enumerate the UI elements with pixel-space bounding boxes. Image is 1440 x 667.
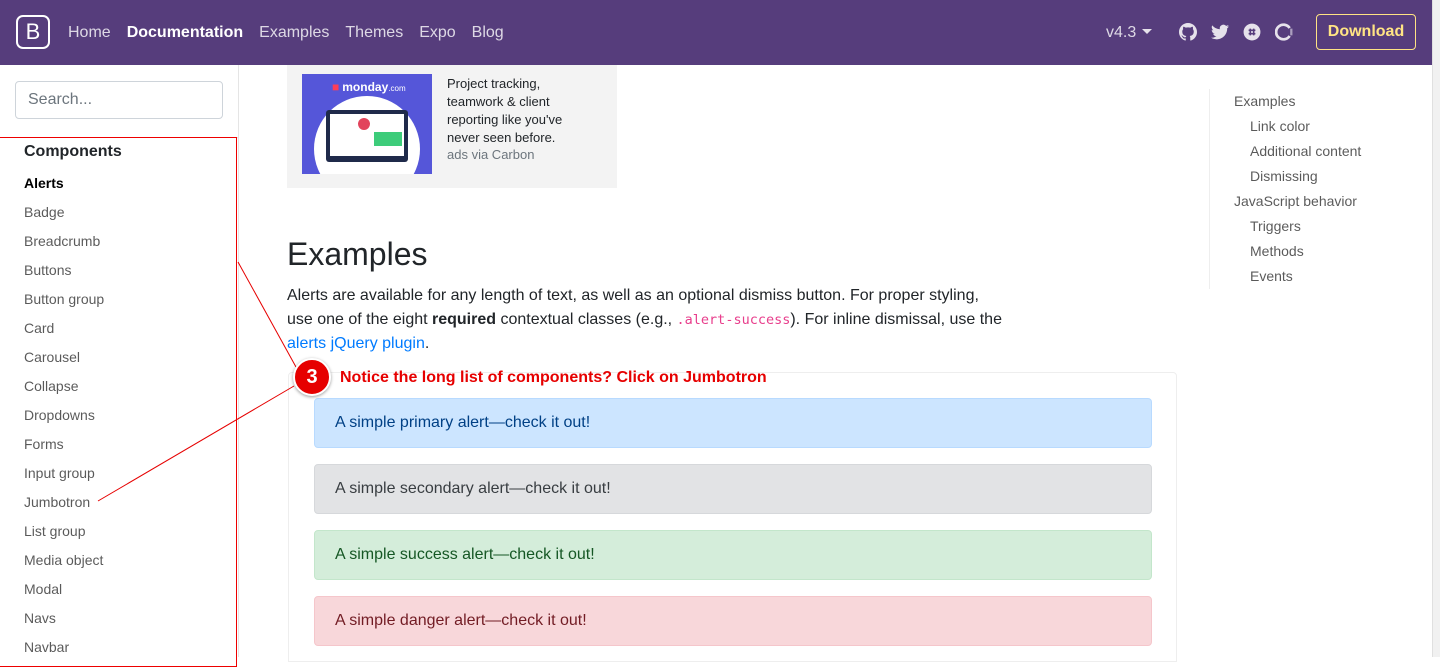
sidebar-item-button-group[interactable]: Button group <box>24 289 104 318</box>
section-heading-examples: Examples <box>287 236 428 272</box>
nav-examples[interactable]: Examples <box>259 24 329 42</box>
sidebar-item-input-group[interactable]: Input group <box>24 463 104 492</box>
sidebar-divider <box>0 137 238 138</box>
examples-paragraph: Alerts are available for any length of t… <box>287 284 1007 356</box>
sidebar-item-media-object[interactable]: Media object <box>24 550 104 579</box>
sidebar-item-buttons[interactable]: Buttons <box>24 260 104 289</box>
toc-link-color[interactable]: Link color <box>1234 114 1361 139</box>
monday-logo-mark: ■ <box>332 80 340 94</box>
sidebar-item-dropdowns[interactable]: Dropdowns <box>24 405 104 434</box>
nav-links: Home Documentation Examples Themes Expo … <box>68 0 520 65</box>
para-text-2: contextual classes (e.g., <box>496 311 677 328</box>
toc-events[interactable]: Events <box>1234 264 1361 289</box>
version-label: v4.3 <box>1106 24 1137 41</box>
sidebar-list: Alerts Badge Breadcrumb Buttons Button g… <box>24 173 104 657</box>
nav-themes[interactable]: Themes <box>345 24 403 42</box>
download-button[interactable]: Download <box>1316 14 1416 50</box>
toc-triggers[interactable]: Triggers <box>1234 214 1361 239</box>
toc-additional-content[interactable]: Additional content <box>1234 139 1361 164</box>
sidebar-item-carousel[interactable]: Carousel <box>24 347 104 376</box>
page-scrollbar[interactable] <box>1432 0 1440 657</box>
ad-image[interactable]: ■ monday.com <box>302 74 432 174</box>
carbon-ad: ■ monday.com Project tracking, teamwork &… <box>287 65 617 188</box>
nav-home[interactable]: Home <box>68 24 111 42</box>
alert-secondary: A simple secondary alert—check it out! <box>314 464 1152 514</box>
annotation-text: Notice the long list of components? Clic… <box>340 369 767 386</box>
sidebar-heading-components[interactable]: Components <box>24 143 122 161</box>
nav-expo[interactable]: Expo <box>419 24 455 42</box>
sidebar-item-breadcrumb[interactable]: Breadcrumb <box>24 231 104 260</box>
opencollective-icon[interactable] <box>1275 23 1293 41</box>
toc-examples[interactable]: Examples <box>1234 89 1361 114</box>
sidebar: Components Alerts Badge Breadcrumb Butto… <box>0 65 239 657</box>
nav-blog[interactable]: Blog <box>472 24 504 42</box>
para-bold: required <box>432 311 497 328</box>
ad-screen <box>330 114 404 156</box>
slack-icon[interactable] <box>1243 23 1261 41</box>
sidebar-item-card[interactable]: Card <box>24 318 104 347</box>
nav-documentation[interactable]: Documentation <box>127 24 243 42</box>
ad-screen-block <box>374 132 402 146</box>
sidebar-item-forms[interactable]: Forms <box>24 434 104 463</box>
monday-logo-suffix: .com <box>388 84 406 93</box>
annotation-step-badge: 3 <box>293 358 331 396</box>
sidebar-item-badge[interactable]: Badge <box>24 202 104 231</box>
sidebar-item-navbar[interactable]: Navbar <box>24 637 104 657</box>
search-input[interactable] <box>15 81 223 119</box>
ad-text[interactable]: Project tracking, teamwork & client repo… <box>447 75 587 147</box>
table-of-contents: Examples Link color Additional content D… <box>1209 89 1361 289</box>
sidebar-item-jumbotron[interactable]: Jumbotron <box>24 492 104 521</box>
chevron-down-icon <box>1142 29 1153 34</box>
para-code: .alert-success <box>676 312 791 328</box>
ad-via[interactable]: ads via Carbon <box>447 147 534 162</box>
sidebar-item-list-group[interactable]: List group <box>24 521 104 550</box>
sidebar-item-collapse[interactable]: Collapse <box>24 376 104 405</box>
pie-chart-icon <box>358 118 370 130</box>
toc-javascript-behavior[interactable]: JavaScript behavior <box>1234 189 1361 214</box>
top-navbar: B Home Documentation Examples Themes Exp… <box>0 0 1440 65</box>
para-text-4: . <box>424 335 430 352</box>
monday-logo-text: monday <box>342 80 389 94</box>
para-text-3: ). For inline dismissal, use the <box>790 311 1002 328</box>
alerts-plugin-link[interactable]: alerts jQuery plugin <box>287 335 425 352</box>
alert-primary: A simple primary alert—check it out! <box>314 398 1152 448</box>
alert-success: A simple success alert—check it out! <box>314 530 1152 580</box>
alert-danger: A simple danger alert—check it out! <box>314 596 1152 646</box>
version-dropdown[interactable]: v4.3 <box>1106 24 1153 42</box>
toc-methods[interactable]: Methods <box>1234 239 1361 264</box>
github-icon[interactable] <box>1179 23 1197 41</box>
laptop-icon <box>326 110 408 162</box>
monday-logo: ■ monday.com <box>332 80 406 94</box>
sidebar-item-alerts[interactable]: Alerts <box>24 173 104 202</box>
twitter-icon[interactable] <box>1211 23 1229 41</box>
bootstrap-logo[interactable]: B <box>16 15 50 49</box>
sidebar-item-modal[interactable]: Modal <box>24 579 104 608</box>
sidebar-item-navs[interactable]: Navs <box>24 608 104 637</box>
toc-dismissing[interactable]: Dismissing <box>1234 164 1361 189</box>
